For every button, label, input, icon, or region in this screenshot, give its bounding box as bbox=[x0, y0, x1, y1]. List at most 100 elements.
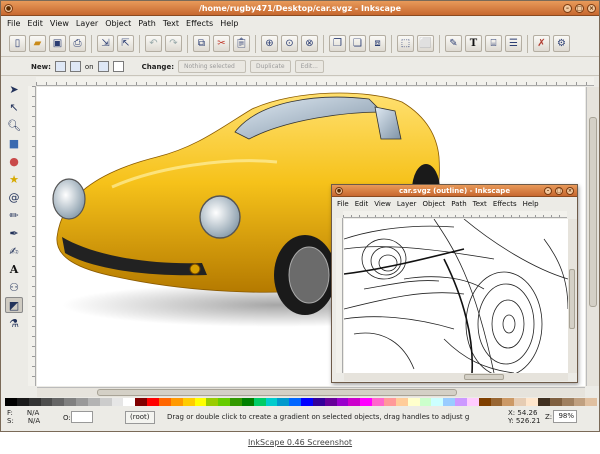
palette-swatch[interactable] bbox=[585, 398, 598, 406]
palette-swatch[interactable] bbox=[526, 398, 538, 406]
opacity-spinner[interactable] bbox=[71, 411, 93, 423]
ellipse-icon[interactable]: ● bbox=[5, 153, 23, 169]
palette-swatch[interactable] bbox=[277, 398, 290, 406]
outline-vertical-ruler[interactable] bbox=[336, 218, 343, 373]
outline-menu-effects[interactable]: Effects bbox=[493, 200, 517, 208]
open-icon[interactable]: ▰ bbox=[29, 35, 46, 52]
vertical-ruler[interactable] bbox=[28, 86, 36, 386]
palette-swatch[interactable] bbox=[253, 398, 266, 406]
palette-swatch[interactable] bbox=[76, 398, 88, 406]
cut-icon[interactable]: ✂ bbox=[213, 35, 230, 52]
menu-path[interactable]: Path bbox=[138, 19, 156, 28]
palette-swatch[interactable] bbox=[348, 398, 361, 406]
palette-swatch[interactable] bbox=[28, 398, 41, 406]
palette-swatch[interactable] bbox=[312, 398, 325, 406]
duplicate-icon[interactable]: ❐ bbox=[329, 35, 346, 52]
outline-menu-edit[interactable]: Edit bbox=[355, 200, 369, 208]
palette-swatch[interactable] bbox=[16, 398, 29, 406]
document-props-icon[interactable]: ⚙ bbox=[553, 35, 570, 52]
palette-swatch[interactable] bbox=[206, 398, 219, 406]
palette-swatch[interactable] bbox=[466, 398, 479, 406]
spray-connector-icon[interactable]: ⚇ bbox=[5, 279, 23, 295]
fill-stroke-indicator[interactable]: F: N/A S: N/A bbox=[7, 409, 40, 425]
drawing-canvas[interactable]: ● car.svgz (outline) - Inkscape – □ × Fi… bbox=[37, 87, 585, 386]
palette-swatch[interactable] bbox=[289, 398, 302, 406]
palette-swatch[interactable] bbox=[182, 398, 195, 406]
outline-close-icon[interactable]: × bbox=[566, 187, 574, 195]
palette-swatch[interactable] bbox=[64, 398, 77, 406]
palette-swatch[interactable] bbox=[431, 398, 444, 406]
ungroup-icon[interactable]: ⬜ bbox=[417, 35, 434, 52]
palette-swatch[interactable] bbox=[301, 398, 313, 406]
palette-swatch[interactable] bbox=[537, 398, 550, 406]
stroke-target-icon[interactable] bbox=[112, 61, 124, 72]
menu-file[interactable]: File bbox=[7, 19, 20, 28]
maximize-icon[interactable]: □ bbox=[575, 4, 584, 13]
outline-menu-file[interactable]: File bbox=[337, 200, 349, 208]
text-icon[interactable]: A bbox=[5, 261, 23, 277]
outline-maximize-icon[interactable]: □ bbox=[555, 187, 563, 195]
text-font-icon[interactable]: T bbox=[465, 35, 482, 52]
menu-help[interactable]: Help bbox=[220, 19, 238, 28]
palette-swatch[interactable] bbox=[395, 398, 408, 406]
outline-menu-path[interactable]: Path bbox=[451, 200, 466, 208]
pencil-icon[interactable]: ✏ bbox=[5, 207, 23, 223]
clone-icon[interactable]: ❏ bbox=[349, 35, 366, 52]
align-icon[interactable]: ☰ bbox=[505, 35, 522, 52]
calligraphy-icon[interactable]: ✍ bbox=[5, 243, 23, 259]
palette-swatch[interactable] bbox=[443, 398, 456, 406]
palette-swatch[interactable] bbox=[111, 398, 124, 406]
palette-swatch[interactable] bbox=[123, 398, 136, 406]
palette-swatch[interactable] bbox=[490, 398, 503, 406]
fill-stroke-icon[interactable]: ✎ bbox=[445, 35, 462, 52]
horizontal-ruler[interactable] bbox=[36, 77, 594, 86]
outline-menu-object[interactable]: Object bbox=[422, 200, 445, 208]
duplicate-button[interactable]: Duplicate bbox=[250, 60, 291, 73]
palette-swatch[interactable] bbox=[384, 398, 396, 406]
palette-swatch[interactable] bbox=[52, 398, 65, 406]
palette-swatch[interactable] bbox=[99, 398, 112, 406]
palette-swatch[interactable] bbox=[407, 398, 420, 406]
unlink-clone-icon[interactable]: ⧈ bbox=[369, 35, 386, 52]
palette-swatch[interactable] bbox=[419, 398, 432, 406]
preferences-icon[interactable]: ✗ bbox=[533, 35, 550, 52]
palette-swatch[interactable] bbox=[218, 398, 231, 406]
minimize-icon[interactable]: – bbox=[563, 4, 572, 13]
node-editor-icon[interactable]: ↖ bbox=[5, 99, 23, 115]
gradient-select[interactable]: Nothing selected bbox=[178, 60, 246, 73]
palette-swatch[interactable] bbox=[372, 398, 384, 406]
horizontal-scrollbar[interactable] bbox=[37, 387, 585, 397]
undo-icon[interactable]: ↶ bbox=[145, 35, 162, 52]
redo-icon[interactable]: ↷ bbox=[165, 35, 182, 52]
palette-swatch[interactable] bbox=[5, 398, 17, 406]
import-icon[interactable]: ⇲ bbox=[97, 35, 114, 52]
vertical-scrollbar[interactable] bbox=[586, 87, 599, 386]
save-icon[interactable]: ▣ bbox=[49, 35, 66, 52]
palette-swatch[interactable] bbox=[478, 398, 491, 406]
menu-layer[interactable]: Layer bbox=[76, 19, 98, 28]
outline-menu-help[interactable]: Help bbox=[523, 200, 539, 208]
menu-object[interactable]: Object bbox=[105, 19, 131, 28]
outline-minimize-icon[interactable]: – bbox=[544, 187, 552, 195]
window-menu-icon[interactable]: ● bbox=[4, 4, 13, 13]
group-icon[interactable]: ⬚ bbox=[397, 35, 414, 52]
outline-menu-view[interactable]: View bbox=[374, 200, 391, 208]
menu-effects[interactable]: Effects bbox=[186, 19, 213, 28]
palette-swatch[interactable] bbox=[455, 398, 467, 406]
edit-button[interactable]: Edit... bbox=[294, 60, 324, 73]
dropper-icon[interactable]: ⚗ bbox=[5, 315, 23, 331]
zoom-field[interactable]: 98% bbox=[553, 410, 577, 423]
rectangle-icon[interactable]: ■ bbox=[5, 135, 23, 151]
menu-view[interactable]: View bbox=[50, 19, 69, 28]
palette-swatch[interactable] bbox=[561, 398, 574, 406]
layer-selector[interactable]: (root) bbox=[125, 411, 155, 424]
outline-title-bar[interactable]: ● car.svgz (outline) - Inkscape – □ × bbox=[332, 185, 577, 197]
outline-horizontal-scrollbar[interactable] bbox=[344, 373, 568, 381]
palette-swatch[interactable] bbox=[194, 398, 207, 406]
print-icon[interactable]: ⎙ bbox=[69, 35, 86, 52]
palette-swatch[interactable] bbox=[147, 398, 159, 406]
palette-swatch[interactable] bbox=[573, 398, 586, 406]
radial-gradient-icon[interactable] bbox=[69, 61, 81, 72]
menu-edit[interactable]: Edit bbox=[27, 19, 43, 28]
menu-text[interactable]: Text bbox=[163, 19, 179, 28]
